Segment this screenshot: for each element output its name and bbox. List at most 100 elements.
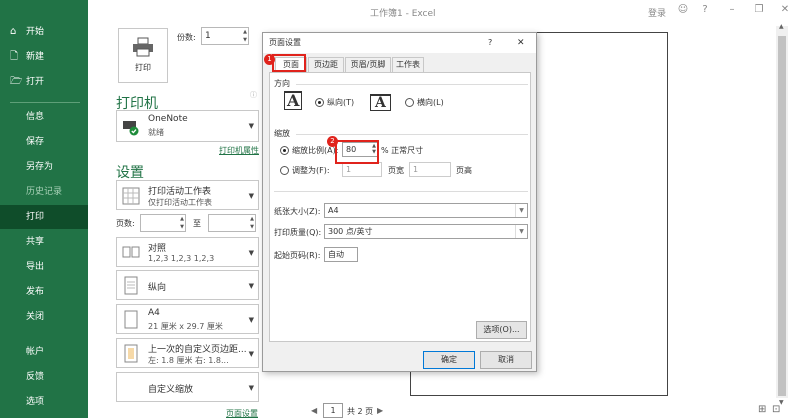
scrollbar-thumb[interactable] [778,36,786,396]
prev-page-icon[interactable]: ◀ [311,406,317,415]
preview-scrollbar[interactable] [776,26,788,398]
smiley-icon[interactable]: ☺ [676,3,690,17]
nav-open[interactable]: 🗁 打开 [0,70,88,94]
chevron-down-icon: ▼ [248,316,254,324]
printer-ready-icon [123,121,139,136]
page-setup-dialog: 页面设置 ? ✕ 页面 页边距 页眉/页脚 工作表 方向 A 纵向(T) A 横… [262,32,537,372]
page-number-input[interactable]: 1 [323,403,343,418]
margins-selector[interactable]: 上一次的自定义页边距... 左: 1.8 厘米 右: 1.8... ▼ [116,338,259,368]
paper-size-selector[interactable]: A4 21 厘米 x 29.7 厘米 ▼ [116,304,259,334]
paper-icon [124,310,138,329]
fit-tall-input[interactable]: 1 [409,162,451,177]
nav-account[interactable]: 帐户 [0,340,88,364]
nav-new[interactable]: 🗋 新建 [0,45,88,69]
nav-share[interactable]: 共享 [0,230,88,254]
dialog-help-icon[interactable]: ? [488,33,492,53]
scroll-up-icon[interactable]: ▲ [779,23,784,30]
first-page-label: 起始页码(R): [274,251,321,260]
pages-from-stepper[interactable]: ▲ ▼ [140,214,186,232]
sidebar-divider [10,102,80,103]
nav-options[interactable]: 选项 [0,390,88,414]
nav-close[interactable]: 关闭 [0,305,88,329]
nav-export[interactable]: 导出 [0,255,88,279]
stepper-arrows-icon[interactable]: ▲ ▼ [243,28,247,44]
chevron-down-icon: ▼ [248,192,254,200]
portrait-radio[interactable] [315,98,324,107]
nav-save-as[interactable]: 另存为 [0,155,88,179]
window-title: 工作簿1 - Excel [370,9,436,19]
scale-radio[interactable] [280,146,289,155]
copies-label: 份数: [177,33,196,42]
tab-margins[interactable]: 页边距 [308,57,344,72]
fit-wide-unit: 页宽 [388,166,404,175]
page-total: 共 2 页 [347,407,374,416]
fit-wide-input[interactable]: 1 [342,162,382,177]
collate-selector[interactable]: 对照 1,2,3 1,2,3 1,2,3 ▼ [116,237,259,267]
minimize-icon[interactable]: – [725,3,739,17]
info-icon[interactable]: ⓘ [250,90,257,100]
margins-icon [124,344,138,363]
callout-box-page-tab [272,54,306,72]
next-page-icon[interactable]: ▶ [377,406,383,415]
options-button[interactable]: 选项(O)... [476,321,527,339]
close-window-icon[interactable]: ✕ [778,3,792,17]
nav-info[interactable]: 信息 [0,105,88,129]
settings-heading: 设置 [116,165,144,181]
show-margins-icon[interactable]: ⊞ [758,404,766,415]
group-divider [296,134,528,135]
fit-to-label: 调整为(F): [292,166,330,175]
chevron-down-icon: ▼ [248,282,254,290]
print-quality-select[interactable]: 300 点/英寸 ▼ [324,224,528,239]
portrait-label: 纵向(T) [327,98,355,107]
chevron-down-icon: ▼ [248,122,254,130]
landscape-label: 横向(L) [417,98,444,107]
portrait-page-icon [124,276,138,295]
paper-size-select[interactable]: A4 ▼ [324,203,528,218]
portrait-icon: A [284,91,303,110]
first-page-input[interactable]: 自动 [324,247,358,262]
print-button[interactable]: 打印 [118,28,168,83]
orientation-selector[interactable]: 纵向 ▼ [116,270,259,300]
group-divider [274,191,528,192]
landscape-icon: A [370,94,391,111]
chevron-down-icon: ▼ [248,350,254,358]
copies-stepper[interactable]: 1 ▲ ▼ [201,27,249,45]
tab-header-footer[interactable]: 页眉/页脚 [345,57,391,72]
nav-history[interactable]: 历史记录 [0,180,88,204]
nav-print[interactable]: 打印 [0,205,88,229]
restore-icon[interactable]: ❐ [752,3,766,17]
scaling-selector[interactable]: 自定义缩放 ▼ [116,372,259,402]
chevron-down-icon: ▼ [515,204,527,217]
nav-home[interactable]: ⌂ 开始 [0,20,88,44]
print-what-selector[interactable]: 打印活动工作表 仅打印活动工作表 ▼ [116,180,259,210]
tab-sheet[interactable]: 工作表 [392,57,424,72]
stepper-arrows-icon[interactable]: ▲ ▼ [180,215,184,231]
stepper-arrows-icon[interactable]: ▲ ▼ [250,215,254,231]
page-setup-link[interactable]: 页面设置 [226,408,258,419]
page-tab-panel: 方向 A 纵向(T) A 横向(L) 缩放 缩放比例(A): 80 ▲ ▼ % 正常… [269,72,531,342]
zoom-to-page-icon[interactable]: ⊡ [772,404,780,415]
sheet-grid-icon [122,187,140,205]
dialog-title: 页面设置 [269,38,301,47]
nav-feedback[interactable]: 反馈 [0,365,88,389]
nav-publish[interactable]: 发布 [0,280,88,304]
landscape-radio[interactable] [405,98,414,107]
pages-to-stepper[interactable]: ▲ ▼ [208,214,256,232]
paper-size-label: 纸张大小(Z): [274,207,321,216]
dialog-close-icon[interactable]: ✕ [517,33,525,53]
sign-in-link[interactable]: 登录 [648,6,666,19]
fit-to-radio[interactable] [280,166,289,175]
printer-selector[interactable]: OneNote 就绪 ▼ [116,110,259,142]
callout-box-scale [335,140,379,164]
printer-icon [133,37,153,57]
cancel-button[interactable]: 取消 [480,351,532,369]
nav-save[interactable]: 保存 [0,130,88,154]
chevron-down-icon: ▼ [515,225,527,238]
printer-properties-link[interactable]: 打印机属性 [219,145,259,156]
home-icon: ⌂ [10,26,17,37]
chevron-down-icon: ▼ [248,384,254,392]
help-icon[interactable]: ? [698,3,712,17]
collate-icon [122,246,140,258]
scale-unit: % 正常尺寸 [381,146,424,155]
ok-button[interactable]: 确定 [423,351,475,369]
